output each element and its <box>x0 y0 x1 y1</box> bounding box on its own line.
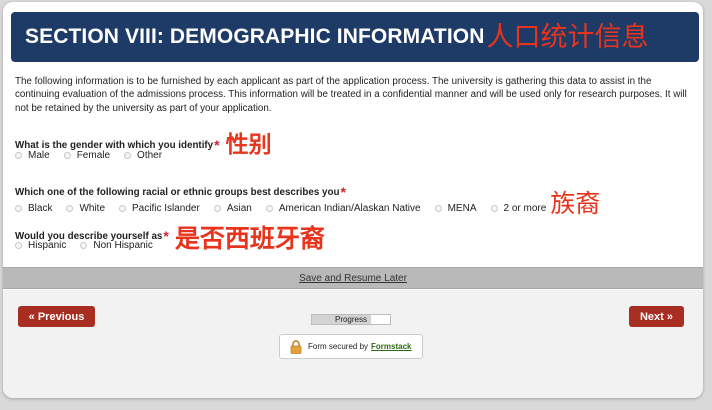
radio-button[interactable] <box>119 205 127 212</box>
next-button[interactable]: Next » <box>629 306 684 327</box>
option-male[interactable]: Male <box>15 150 50 161</box>
option-american-indian[interactable]: American Indian/Alaskan Native <box>265 203 421 214</box>
race-label: Which one of the following racial or eth… <box>15 187 340 198</box>
navigation-area: « Previous Progress Next » Form secured … <box>3 290 703 398</box>
option-label: 2 or more <box>503 203 547 214</box>
save-and-resume-link[interactable]: Save and Resume Later <box>299 273 407 284</box>
option-label: White <box>79 203 106 214</box>
form-card: SECTION VIII: DEMOGRAPHIC INFORMATION 人口… <box>3 2 703 398</box>
section-header: SECTION VIII: DEMOGRAPHIC INFORMATION 人口… <box>11 12 699 62</box>
hispanic-annotation: 是否西班牙裔 <box>174 224 325 253</box>
radio-button[interactable] <box>66 205 74 212</box>
header-annotation: 人口统计信息 <box>486 21 649 53</box>
section-title: SECTION VIII: DEMOGRAPHIC INFORMATION <box>25 25 485 48</box>
progress-bar: Progress <box>311 314 391 325</box>
question-hispanic: Would you describe yourself as * 是否西班牙裔 … <box>15 226 325 251</box>
save-bar: Save and Resume Later <box>3 267 703 289</box>
race-options: Black White Pacific Islander Asian Ameri… <box>15 191 600 216</box>
option-label: American Indian/Alaskan Native <box>278 203 421 214</box>
option-non-hispanic[interactable]: Non Hispanic <box>80 240 153 251</box>
previous-button[interactable]: « Previous <box>18 306 95 327</box>
secure-text: Form secured by <box>308 342 369 351</box>
option-pacific-islander[interactable]: Pacific Islander <box>119 203 200 214</box>
race-annotation: 族裔 <box>550 189 601 218</box>
radio-button[interactable] <box>124 152 132 159</box>
option-label: Non Hispanic <box>93 240 153 251</box>
question-race: Which one of the following racial or eth… <box>15 184 600 216</box>
required-asterisk: * <box>214 137 220 153</box>
option-black[interactable]: Black <box>15 203 52 214</box>
option-label: Male <box>28 150 50 161</box>
lock-icon <box>290 339 302 354</box>
radio-button[interactable] <box>15 205 22 212</box>
radio-button[interactable] <box>434 205 442 212</box>
option-other[interactable]: Other <box>124 150 162 161</box>
option-female[interactable]: Female <box>63 150 111 161</box>
formstack-secure-badge[interactable]: Form secured by Formstack <box>279 334 423 359</box>
progress-label: Progress <box>334 315 367 324</box>
option-mena[interactable]: MENA <box>434 203 477 214</box>
radio-button[interactable] <box>490 205 498 212</box>
required-asterisk: * <box>340 184 346 200</box>
option-label: Pacific Islander <box>132 203 200 214</box>
radio-button[interactable] <box>15 152 22 159</box>
radio-button[interactable] <box>265 205 273 212</box>
radio-button[interactable] <box>80 242 88 249</box>
required-asterisk: * <box>163 228 169 244</box>
option-asian[interactable]: Asian <box>213 203 252 214</box>
option-label: Other <box>137 150 163 161</box>
option-label: Hispanic <box>28 240 67 251</box>
intro-text: The following information is to be furni… <box>15 76 687 114</box>
option-label: Female <box>76 150 111 161</box>
option-hispanic[interactable]: Hispanic <box>15 240 66 251</box>
radio-button[interactable] <box>63 152 71 159</box>
radio-button[interactable] <box>15 242 22 249</box>
question-label: Which one of the following racial or eth… <box>15 184 600 200</box>
option-label: Black <box>28 203 53 214</box>
gender-annotation: 性别 <box>225 132 272 158</box>
radio-button[interactable] <box>213 205 221 212</box>
option-two-or-more[interactable]: 2 or more <box>490 203 547 214</box>
option-label: MENA <box>447 203 477 214</box>
option-label: Asian <box>226 203 252 214</box>
question-gender: What is the gender with which you identi… <box>15 134 272 161</box>
option-white[interactable]: White <box>66 203 105 214</box>
formstack-link[interactable]: Formstack <box>371 342 411 351</box>
